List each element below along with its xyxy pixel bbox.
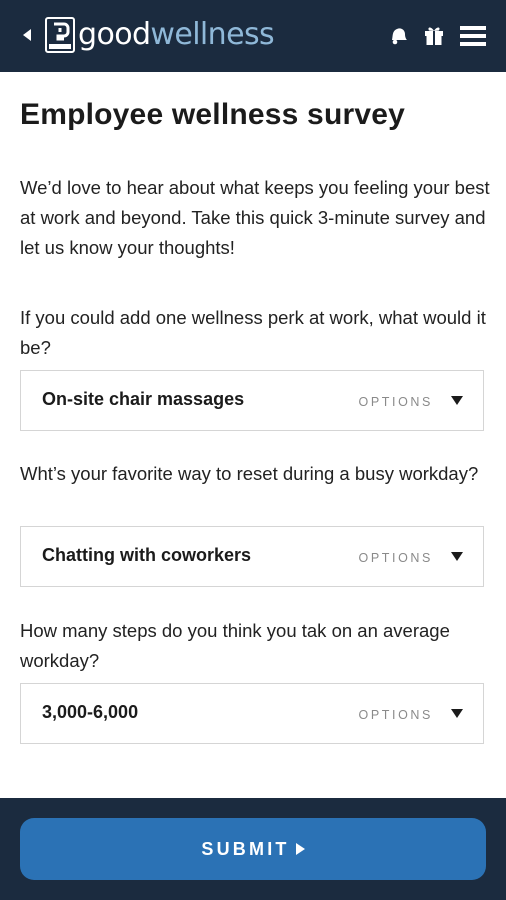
goodwill-logo-mark <box>45 17 75 53</box>
question-2-options-label: OPTIONS <box>358 551 433 565</box>
chevron-down-icon <box>451 709 463 718</box>
app-header: goodwellness <box>0 0 506 72</box>
chevron-down-icon <box>451 396 463 405</box>
chevron-down-icon <box>451 552 463 561</box>
question-2-label: Wht’s your favorite way to reset during … <box>20 463 479 484</box>
question-1-label: If you could add one wellness perk at wo… <box>20 307 486 358</box>
gift-icon[interactable] <box>423 24 445 50</box>
submit-button[interactable]: SUBMIT <box>20 818 486 880</box>
brand-part-good: good <box>78 17 151 52</box>
question-3-label: How many steps do you think you tak on a… <box>20 620 450 671</box>
brand-name: goodwellness <box>78 17 275 53</box>
question-3-selected-value: 3,000-6,000 <box>42 702 139 722</box>
survey-intro: We’d love to hear about what keeps you f… <box>20 177 490 258</box>
footer-bar: SUBMIT <box>0 798 506 900</box>
question-2-selected-value: Chatting with coworkers <box>42 545 252 565</box>
submit-label: SUBMIT <box>201 838 290 859</box>
play-arrow-icon <box>295 843 305 855</box>
goodwellness-logo[interactable]: goodwellness <box>45 16 275 54</box>
bell-icon[interactable] <box>388 24 410 50</box>
menu-icon[interactable] <box>460 25 486 51</box>
page-title: Employee wellness survey <box>20 98 406 131</box>
back-arrow-icon[interactable] <box>23 29 31 41</box>
question-3-select[interactable]: 3,000-6,000 OPTIONS <box>20 683 484 744</box>
question-1-select[interactable]: On-site chair massages OPTIONS <box>20 370 484 431</box>
question-2-select[interactable]: Chatting with coworkers OPTIONS <box>20 526 484 587</box>
question-1-options-label: OPTIONS <box>358 395 433 409</box>
question-3-options-label: OPTIONS <box>358 708 433 722</box>
question-1-selected-value: On-site chair massages <box>42 389 245 409</box>
brand-part-wellness: wellness <box>150 17 274 52</box>
